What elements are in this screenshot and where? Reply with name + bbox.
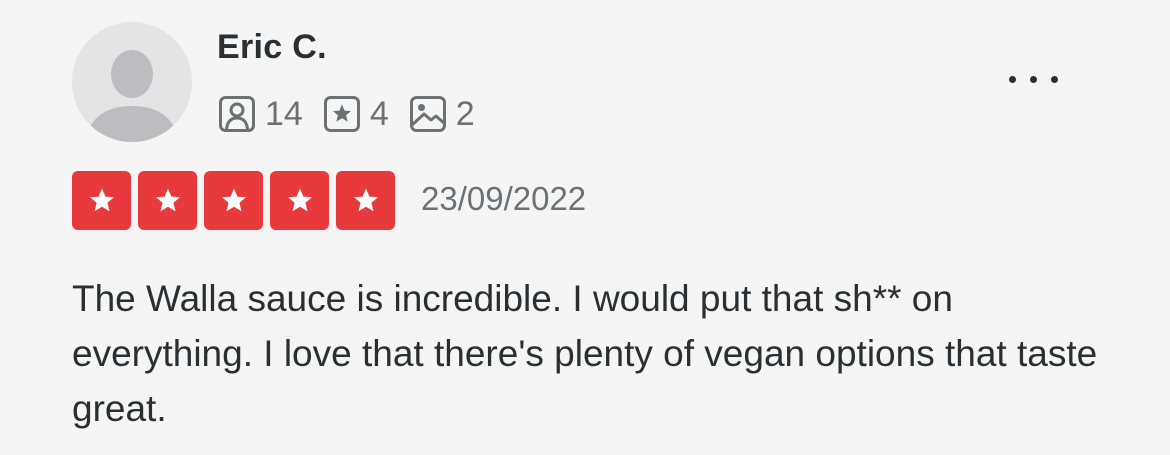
star-icon xyxy=(155,188,180,211)
star-icon xyxy=(221,188,246,211)
rating-star-1 xyxy=(72,171,131,230)
reviews-stat: 4 xyxy=(323,95,389,134)
photo-icon xyxy=(409,96,446,132)
friends-stat: 14 xyxy=(218,95,303,134)
friends-count: 14 xyxy=(265,94,303,133)
user-name[interactable]: Eric C. xyxy=(217,28,327,67)
review-star-icon xyxy=(323,96,360,132)
rating-star-4 xyxy=(270,171,329,230)
photos-count: 2 xyxy=(455,94,475,133)
more-options-button[interactable] xyxy=(995,62,1071,96)
star-icon xyxy=(287,188,312,211)
star-rating xyxy=(72,171,395,230)
review-text: The Walla sauce is incredible. I would p… xyxy=(72,278,1098,429)
default-user-avatar-icon xyxy=(72,22,192,142)
review-date: 23/09/2022 xyxy=(421,180,587,217)
user-avatar[interactable] xyxy=(72,22,192,142)
photos-stat: 2 xyxy=(409,95,475,134)
rating-star-2 xyxy=(138,171,197,230)
reviews-count: 4 xyxy=(369,94,389,133)
star-icon xyxy=(353,188,378,211)
friends-icon xyxy=(219,96,255,132)
rating-star-5 xyxy=(336,171,395,230)
more-options-icon xyxy=(1008,75,1016,83)
rating-star-3 xyxy=(204,171,263,230)
user-stats: 14 4 2 xyxy=(218,92,495,136)
star-icon xyxy=(89,188,114,211)
